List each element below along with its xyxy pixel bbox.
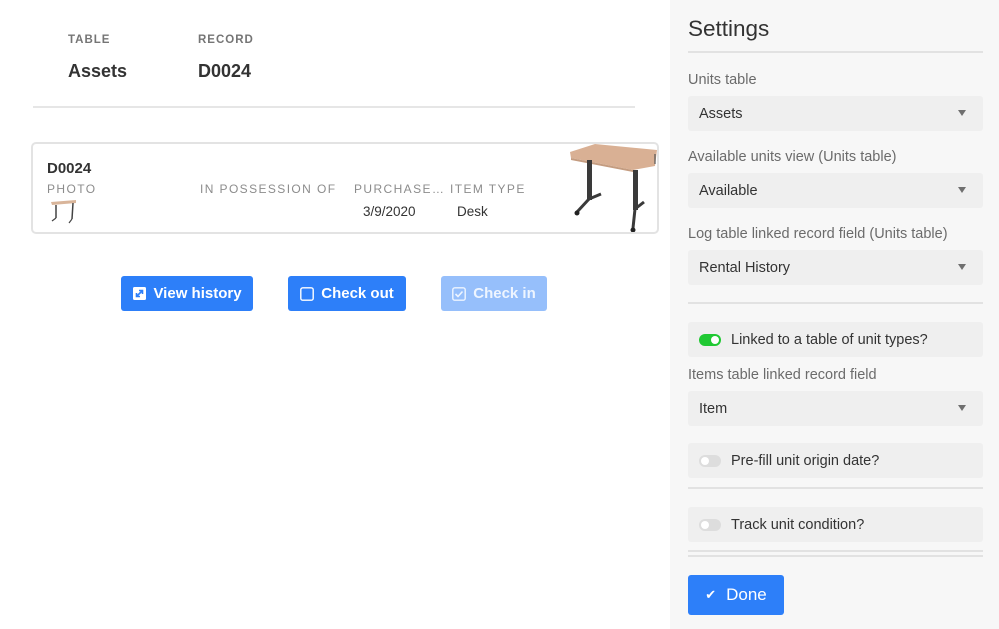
settings-title: Settings [688, 16, 770, 41]
record-actions: View history Check out Check in [0, 276, 670, 311]
photo-thumbnail[interactable] [49, 199, 79, 225]
linked-unit-types-toggle[interactable]: Linked to a table of unit types? [688, 322, 983, 357]
available-view-label: Available units view (Units table) [688, 149, 897, 165]
toggle-switch-off[interactable] [699, 454, 721, 467]
available-view-value: Available [699, 182, 758, 199]
settings-divider [688, 555, 983, 557]
expand-icon [132, 287, 146, 301]
chevron-down-icon [958, 110, 966, 116]
settings-divider [688, 51, 983, 53]
record-meta-col: RECORD D0024 [198, 34, 254, 82]
table-meta: TABLE Assets [68, 34, 198, 82]
log-field-value: Rental History [699, 259, 791, 276]
record-card-title: D0024 [47, 160, 92, 177]
toggle-switch-on[interactable] [699, 333, 721, 346]
chevron-down-icon [958, 187, 966, 193]
items-field-label: Items table linked record field [688, 367, 877, 383]
record-label: RECORD [198, 34, 254, 46]
settings-divider [688, 302, 983, 304]
divider [33, 106, 635, 108]
settings-panel: Settings Units table Assets Available un… [670, 0, 999, 629]
log-field-label: Log table linked record field (Units tab… [688, 226, 948, 242]
check-icon: ✔ [705, 587, 717, 602]
items-field-select[interactable]: Item [688, 391, 983, 426]
table-value: Assets [68, 61, 128, 81]
check-out-button[interactable]: Check out [288, 276, 406, 311]
field-value-item-type: Desk [457, 204, 488, 219]
done-button[interactable]: ✔ Done [688, 575, 784, 615]
check-in-button[interactable]: Check in [441, 276, 547, 311]
desk-photo [567, 144, 657, 232]
check-out-label: Check out [321, 285, 394, 302]
log-field-select[interactable]: Rental History [688, 250, 983, 285]
checkbox-empty-icon [300, 286, 315, 301]
field-label-photo: PHOTO [47, 182, 97, 196]
linked-unit-types-label: Linked to a table of unit types? [731, 331, 928, 348]
check-in-label: Check in [473, 285, 536, 302]
record-value: D0024 [198, 61, 252, 81]
done-label: Done [726, 585, 767, 604]
track-condition-toggle[interactable]: Track unit condition? [688, 507, 983, 542]
track-condition-label: Track unit condition? [731, 516, 865, 533]
record-meta: TABLE Assets RECORD D0024 [68, 34, 254, 82]
field-label-possession: IN POSSESSION OF [200, 182, 337, 196]
table-label: TABLE [68, 34, 111, 46]
chevron-down-icon [958, 405, 966, 411]
view-history-label: View history [153, 285, 242, 302]
units-table-select[interactable]: Assets [688, 96, 983, 131]
prefill-origin-date-label: Pre-fill unit origin date? [731, 452, 880, 469]
field-value-purchase: 3/9/2020 [363, 204, 416, 219]
chevron-down-icon [958, 264, 966, 270]
main-area: TABLE Assets RECORD D0024 D0024 PHOTO IN… [0, 0, 670, 629]
units-table-value: Assets [699, 105, 743, 122]
checkbox-checked-icon [452, 286, 467, 301]
available-view-select[interactable]: Available [688, 173, 983, 208]
field-label-purchase: PURCHASE… [354, 182, 446, 196]
view-history-button[interactable]: View history [121, 276, 253, 311]
settings-divider [688, 487, 983, 489]
settings-divider [688, 550, 983, 552]
toggle-switch-off[interactable] [699, 518, 721, 531]
prefill-origin-date-toggle[interactable]: Pre-fill unit origin date? [688, 443, 983, 478]
record-card[interactable]: D0024 PHOTO IN POSSESSION OF PURCHASE… 3… [31, 142, 659, 234]
items-field-value: Item [699, 400, 728, 417]
units-table-label: Units table [688, 72, 757, 88]
field-label-item-type: ITEM TYPE [450, 182, 526, 196]
